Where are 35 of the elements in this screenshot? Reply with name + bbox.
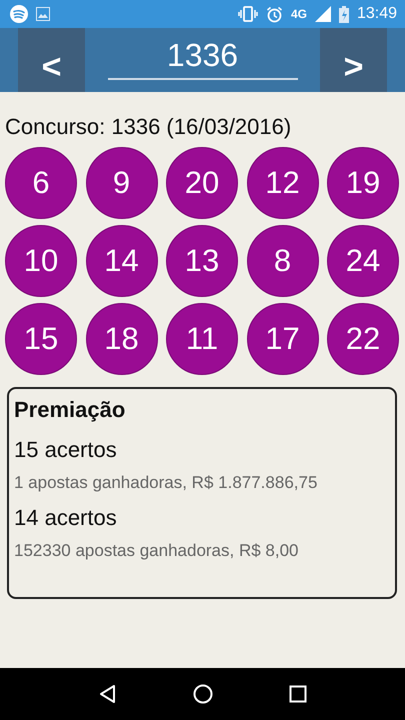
vibrate-icon (238, 6, 258, 22)
network-type: 4G (290, 7, 307, 21)
number-ball: 17 (246, 303, 318, 375)
number-ball: 19 (327, 147, 399, 219)
image-icon (36, 7, 50, 21)
prize-detail: 1 apostas ganhadoras, R$ 1.877.886,75 (14, 473, 318, 493)
contest-number-field[interactable]: 1336 (108, 32, 298, 80)
recents-button[interactable] (289, 685, 308, 703)
hits-label: 15 acertos (14, 437, 118, 463)
battery-icon (338, 6, 349, 22)
home-button[interactable] (193, 684, 214, 704)
prize-title: Premiação (14, 397, 126, 423)
next-button[interactable]: > (320, 28, 387, 92)
number-ball: 13 (166, 225, 238, 297)
number-ball: 24 (327, 225, 399, 297)
number-ball: 18 (86, 303, 158, 375)
number-ball: 20 (166, 147, 238, 219)
alarm-icon (266, 6, 283, 22)
music-app-icon (10, 5, 28, 23)
clock: 13:49 (356, 5, 397, 23)
number-ball: 22 (327, 303, 399, 375)
number-ball: 9 (86, 147, 158, 219)
previous-button[interactable]: < (18, 28, 85, 92)
number-ball: 8 (246, 225, 318, 297)
number-ball: 12 (246, 147, 318, 219)
number-ball: 15 (5, 303, 77, 375)
contest-title: Concurso: 1336 (16/03/2016) (5, 114, 292, 140)
signal-icon (314, 6, 331, 22)
hits-label: 14 acertos (14, 505, 118, 531)
back-button[interactable] (98, 684, 118, 704)
prize-detail: 152330 apostas ganhadoras, R$ 8,00 (14, 541, 300, 561)
number-ball: 6 (5, 147, 77, 219)
number-ball: 10 (5, 225, 77, 297)
number-ball: 11 (166, 303, 238, 375)
number-ball: 14 (86, 225, 158, 297)
